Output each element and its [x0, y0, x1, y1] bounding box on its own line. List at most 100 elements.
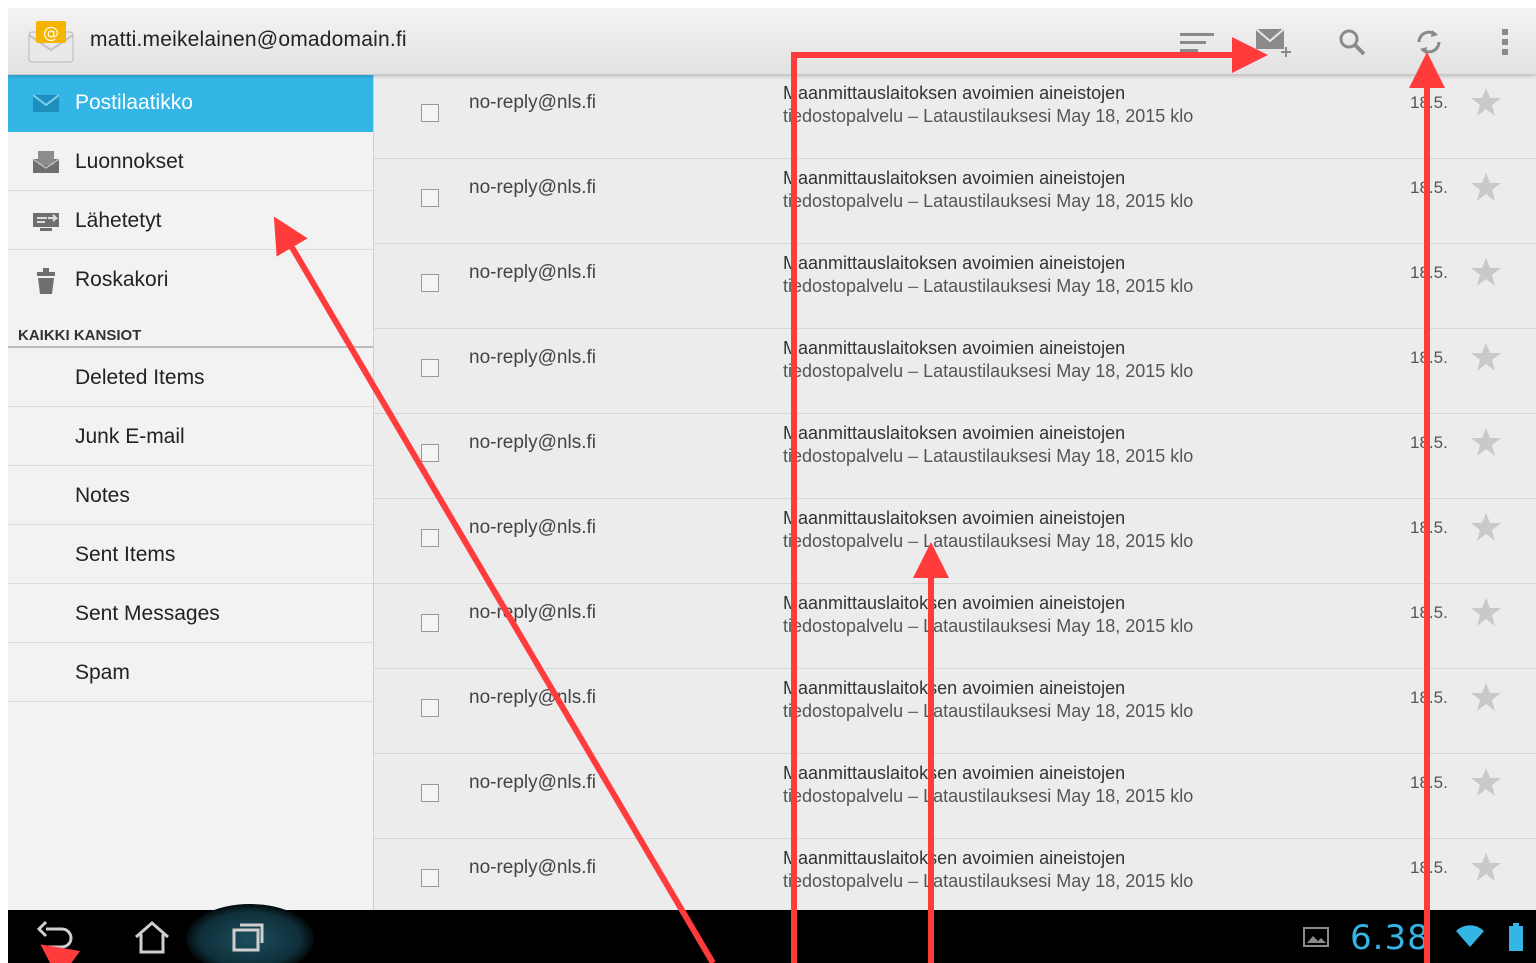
message-checkbox[interactable]: [421, 274, 439, 292]
folder-item-junk-email[interactable]: Junk E-mail: [8, 408, 373, 466]
home-icon[interactable]: [130, 916, 174, 958]
snippet-part-a: tiedostopalvelu: [783, 871, 904, 891]
star-icon[interactable]: [1470, 766, 1502, 798]
message-subject: Maanmittauslaitoksen avoimien aineistoje…: [783, 508, 1126, 528]
message-snippet: tiedostopalvelu – Lataustilauksesi May 1…: [783, 106, 1193, 127]
message-checkbox[interactable]: [421, 189, 439, 207]
message-date: 18.5.: [1410, 263, 1448, 282]
snippet-part-a: tiedostopalvelu: [783, 191, 904, 211]
message-snippet: tiedostopalvelu – Lataustilauksesi May 1…: [783, 701, 1193, 722]
message-checkbox[interactable]: [421, 359, 439, 377]
snippet-separator: –: [908, 106, 919, 126]
message-row[interactable]: no-reply@nls.fi Maanmittauslaitoksen avoi…: [374, 754, 1536, 839]
star-icon[interactable]: [1470, 341, 1502, 373]
message-row[interactable]: no-reply@nls.fi Maanmittauslaitoksen avoi…: [374, 414, 1536, 499]
snippet-part-a: tiedostopalvelu: [783, 786, 904, 806]
folder-label: Sent Messages: [75, 602, 220, 625]
folder-label: Sent Items: [75, 543, 176, 566]
sidebar-item-sent[interactable]: Lähetetyt: [8, 192, 373, 250]
star-icon[interactable]: [1470, 171, 1502, 203]
star-icon[interactable]: [1470, 596, 1502, 628]
message-sender: no-reply@nls.fi: [469, 602, 596, 623]
star-icon[interactable]: [1470, 851, 1502, 883]
snippet-separator: –: [908, 786, 919, 806]
message-snippet: tiedostopalvelu – Lataustilauksesi May 1…: [783, 446, 1193, 467]
message-snippet: tiedostopalvelu – Lataustilauksesi May 1…: [783, 531, 1193, 552]
snippet-part-b: Lataustilauksesi May 18, 2015 klo: [923, 361, 1194, 381]
trash-icon: [32, 267, 60, 294]
star-icon[interactable]: [1470, 256, 1502, 288]
message-checkbox[interactable]: [421, 104, 439, 122]
battery-icon: [1494, 916, 1536, 958]
folder-item-spam[interactable]: Spam: [8, 644, 373, 702]
message-snippet: tiedostopalvelu – Lataustilauksesi May 1…: [783, 786, 1193, 807]
message-subject: Maanmittauslaitoksen avoimien aineistoje…: [783, 83, 1126, 103]
email-app-icon[interactable]: @: [26, 18, 76, 66]
message-row[interactable]: no-reply@nls.fi Maanmittauslaitoksen avoi…: [374, 159, 1536, 244]
message-row[interactable]: no-reply@nls.fi Maanmittauslaitoksen avoi…: [374, 669, 1536, 754]
message-checkbox[interactable]: [421, 699, 439, 717]
message-checkbox[interactable]: [421, 869, 439, 887]
message-subject: Maanmittauslaitoksen avoimien aineistoje…: [783, 848, 1126, 868]
message-date: 18.5.: [1410, 858, 1448, 877]
overflow-menu-icon[interactable]: [1481, 18, 1529, 66]
sidebar-item-inbox[interactable]: Postilaatikko: [8, 74, 373, 132]
folder-label: Notes: [75, 484, 130, 507]
folder-item-deleted-items[interactable]: Deleted Items: [8, 349, 373, 407]
action-bar: @ matti.meikelainen@omadomain.fi: [8, 8, 1536, 75]
folder-item-notes[interactable]: Notes: [8, 467, 373, 525]
message-date: 18.5.: [1410, 518, 1448, 537]
message-row[interactable]: no-reply@nls.fi Maanmittauslaitoksen avoi…: [374, 584, 1536, 669]
message-checkbox[interactable]: [421, 614, 439, 632]
snippet-part-b: Lataustilauksesi May 18, 2015 klo: [923, 531, 1194, 551]
snippet-part-b: Lataustilauksesi May 18, 2015 klo: [923, 616, 1194, 636]
sort-icon[interactable]: [1173, 18, 1221, 66]
snippet-part-a: tiedostopalvelu: [783, 106, 904, 126]
folder-label: Deleted Items: [75, 366, 205, 389]
message-date: 18.5.: [1410, 433, 1448, 452]
star-icon[interactable]: [1470, 511, 1502, 543]
message-date: 18.5.: [1410, 348, 1448, 367]
snippet-part-a: tiedostopalvelu: [783, 361, 904, 381]
star-icon[interactable]: [1470, 681, 1502, 713]
folder-item-sent-messages[interactable]: Sent Messages: [8, 585, 373, 643]
star-icon[interactable]: [1470, 426, 1502, 458]
snippet-separator: –: [908, 276, 919, 296]
refresh-icon[interactable]: [1405, 18, 1453, 66]
snippet-separator: –: [908, 531, 919, 551]
recent-apps-icon[interactable]: [226, 916, 270, 958]
sidebar-item-trash[interactable]: Roskakori: [8, 251, 373, 309]
message-row[interactable]: no-reply@nls.fi Maanmittauslaitoksen avoi…: [374, 329, 1536, 414]
message-checkbox[interactable]: [421, 529, 439, 547]
message-subject: Maanmittauslaitoksen avoimien aineistoje…: [783, 338, 1126, 358]
message-date: 18.5.: [1410, 773, 1448, 792]
account-email[interactable]: matti.meikelainen@omadomain.fi: [90, 28, 407, 52]
snippet-part-a: tiedostopalvelu: [783, 616, 904, 636]
message-subject: Maanmittauslaitoksen avoimien aineistoje…: [783, 763, 1126, 783]
all-folders-header: KAIKKI KANSIOT: [18, 327, 142, 344]
sidebar-item-label: Roskakori: [75, 268, 169, 291]
message-snippet: tiedostopalvelu – Lataustilauksesi May 1…: [783, 276, 1193, 297]
message-date: 18.5.: [1410, 178, 1448, 197]
snippet-part-b: Lataustilauksesi May 18, 2015 klo: [923, 701, 1194, 721]
star-icon[interactable]: [1470, 86, 1502, 118]
message-row[interactable]: no-reply@nls.fi Maanmittauslaitoksen avoi…: [374, 74, 1536, 159]
folder-item-sent-items[interactable]: Sent Items: [8, 526, 373, 584]
message-checkbox[interactable]: [421, 784, 439, 802]
snippet-separator: –: [908, 701, 919, 721]
message-row[interactable]: no-reply@nls.fi Maanmittauslaitoksen avoi…: [374, 499, 1536, 584]
sidebar-item-label: Postilaatikko: [75, 91, 193, 114]
sidebar-item-drafts[interactable]: Luonnokset: [8, 133, 373, 191]
compose-icon[interactable]: [1250, 18, 1298, 66]
snippet-part-a: tiedostopalvelu: [783, 276, 904, 296]
message-date: 18.5.: [1410, 93, 1448, 112]
drafts-icon: [32, 149, 60, 175]
search-icon[interactable]: [1328, 18, 1376, 66]
back-icon[interactable]: [34, 916, 78, 958]
snippet-part-a: tiedostopalvelu: [783, 531, 904, 551]
message-checkbox[interactable]: [421, 444, 439, 462]
message-sender: no-reply@nls.fi: [469, 347, 596, 368]
message-subject: Maanmittauslaitoksen avoimien aineistoje…: [783, 253, 1126, 273]
message-row[interactable]: no-reply@nls.fi Maanmittauslaitoksen avoi…: [374, 244, 1536, 329]
message-sender: no-reply@nls.fi: [469, 262, 596, 283]
